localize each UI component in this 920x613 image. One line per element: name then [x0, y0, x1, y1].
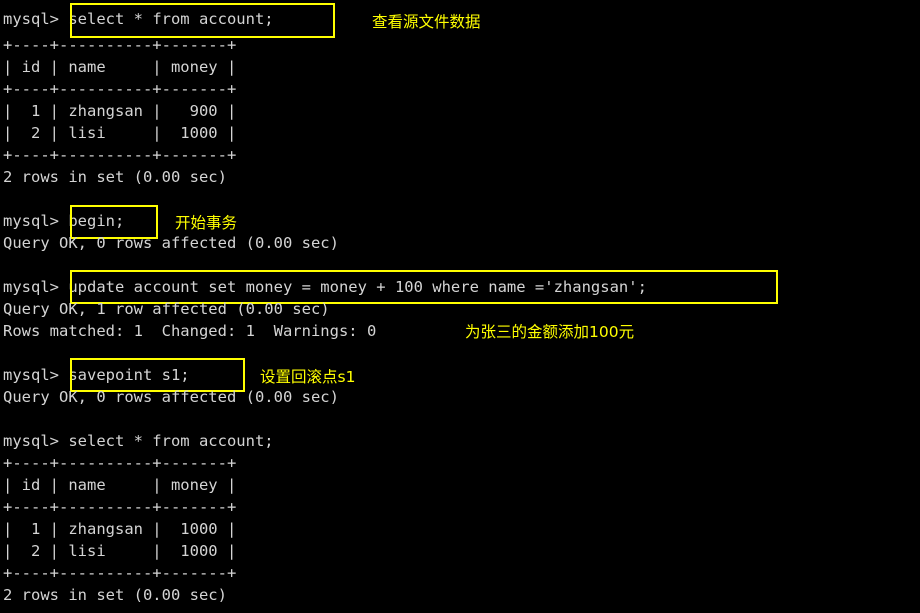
table-header-row-2: | id | name | money |	[3, 476, 237, 494]
command-text: begin;	[68, 212, 125, 230]
prompt-label: mysql>	[3, 366, 69, 384]
table-row: | 1 | zhangsan | 1000 |	[3, 520, 237, 538]
table-separator-mid-1: +----+----------+-------+	[3, 80, 237, 98]
rows-in-set-footer-1: 2 rows in set (0.00 sec)	[3, 168, 227, 186]
table-separator-bottom-2: +----+----------+-------+	[3, 564, 237, 582]
table-row: | 2 | lisi | 1000 |	[3, 124, 237, 142]
command-text: update account set money = money + 100 w…	[68, 278, 647, 296]
rows-in-set-footer-2: 2 rows in set (0.00 sec)	[3, 586, 227, 604]
table-separator-mid-2: +----+----------+-------+	[3, 498, 237, 516]
annotation-add-100-to-zhangsan: 为张三的金额添加100元	[465, 323, 635, 341]
table-row: | 1 | zhangsan | 900 |	[3, 102, 237, 120]
annotation-view-source-data: 查看源文件数据	[372, 13, 481, 31]
table-separator-top-1: +----+----------+-------+	[3, 36, 237, 54]
terminal-line-prompt-select-2: mysql> select * from account;	[3, 432, 274, 450]
mysql-terminal-window[interactable]: mysql> select * from account; 查看源文件数据 +-…	[0, 0, 920, 613]
terminal-line-prompt-select-1: mysql> select * from account;	[3, 8, 274, 30]
query-ok-output-begin: Query OK, 0 rows affected (0.00 sec)	[3, 234, 339, 252]
annotation-set-savepoint-s1: 设置回滚点s1	[260, 368, 356, 386]
prompt-label: mysql>	[3, 212, 69, 230]
command-text: savepoint s1;	[68, 366, 190, 384]
prompt-label: mysql>	[3, 10, 69, 28]
terminal-line-prompt-update: mysql> update account set money = money …	[3, 276, 647, 298]
command-text: select * from account;	[68, 10, 274, 28]
table-row: | 2 | lisi | 1000 |	[3, 542, 237, 560]
prompt-label: mysql>	[3, 278, 69, 296]
terminal-line-prompt-begin: mysql> begin;	[3, 210, 124, 232]
terminal-line-prompt-savepoint: mysql> savepoint s1;	[3, 364, 190, 386]
query-ok-output-update: Query OK, 1 row affected (0.00 sec)	[3, 300, 330, 318]
table-separator-top-2: +----+----------+-------+	[3, 454, 237, 472]
table-header-row-1: | id | name | money |	[3, 58, 237, 76]
rows-matched-output: Rows matched: 1 Changed: 1 Warnings: 0	[3, 322, 377, 340]
query-ok-output-savepoint: Query OK, 0 rows affected (0.00 sec)	[3, 388, 339, 406]
table-separator-bottom-1: +----+----------+-------+	[3, 146, 237, 164]
annotation-begin-transaction: 开始事务	[175, 214, 238, 232]
